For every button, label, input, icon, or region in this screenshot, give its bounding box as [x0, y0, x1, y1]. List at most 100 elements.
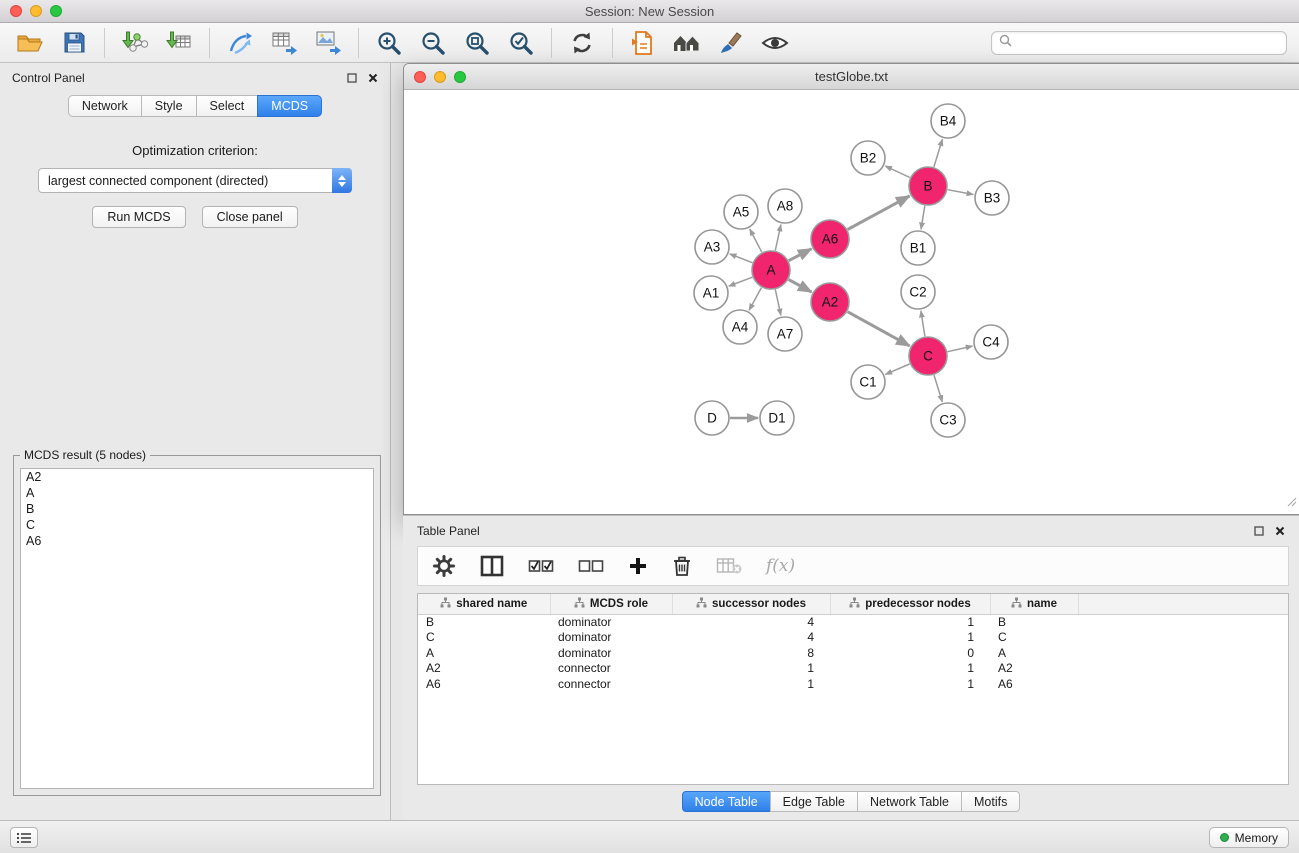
- table-cell[interactable]: 1: [672, 661, 830, 677]
- table-cell[interactable]: A6: [990, 676, 1078, 692]
- node-B2[interactable]: B2: [851, 141, 885, 175]
- tab-motifs[interactable]: Motifs: [961, 791, 1020, 812]
- node-A6[interactable]: A6: [811, 220, 849, 258]
- optimization-dropdown[interactable]: largest connected component (directed): [38, 168, 352, 193]
- show-hide-icon[interactable]: [753, 26, 797, 60]
- node-C4[interactable]: C4: [974, 325, 1008, 359]
- edge-A-A4[interactable]: [749, 288, 761, 311]
- edge-A-A3[interactable]: [730, 254, 753, 263]
- tab-node-table[interactable]: Node Table: [682, 791, 771, 812]
- app-titlebar[interactable]: Session: New Session: [0, 0, 1299, 23]
- search-input[interactable]: [1017, 36, 1279, 50]
- node-A8[interactable]: A8: [768, 189, 802, 223]
- network-graph[interactable]: AA1A2A3A4A5A6A7A8BB1B2B3B4CC1C2C3C4DD1: [404, 90, 1298, 514]
- deselect-all-icon[interactable]: [578, 557, 604, 575]
- document-icon[interactable]: [621, 26, 665, 60]
- table-cell[interactable]: dominator: [550, 614, 672, 630]
- edge-A-A1[interactable]: [729, 277, 753, 286]
- tab-select[interactable]: Select: [196, 95, 259, 117]
- column-header-MCDS-role[interactable]: MCDS role: [550, 594, 672, 614]
- node-C[interactable]: C: [909, 337, 947, 375]
- select-all-icon[interactable]: [528, 557, 554, 575]
- edge-C-C2[interactable]: [921, 311, 925, 336]
- table-cell[interactable]: A2: [990, 661, 1078, 677]
- run-mcds-button[interactable]: Run MCDS: [92, 206, 185, 228]
- home-icon[interactable]: [665, 26, 709, 60]
- import-network-icon[interactable]: [113, 26, 157, 60]
- share-network-icon[interactable]: [218, 26, 262, 60]
- edge-A-A5[interactable]: [750, 229, 762, 252]
- network-window-titlebar[interactable]: testGlobe.txt: [404, 64, 1299, 90]
- float-panel-icon[interactable]: [347, 73, 357, 83]
- result-item[interactable]: A: [21, 485, 373, 501]
- node-D1[interactable]: D1: [760, 401, 794, 435]
- edge-A-A7[interactable]: [775, 290, 781, 316]
- node-A1[interactable]: A1: [694, 276, 728, 310]
- table-cell[interactable]: dominator: [550, 645, 672, 661]
- node-B[interactable]: B: [909, 167, 947, 205]
- toolbar-search[interactable]: [991, 31, 1287, 55]
- table-row[interactable]: A6connector11A6: [418, 676, 1288, 692]
- export-table-icon[interactable]: [262, 26, 306, 60]
- network-close-button[interactable]: [414, 71, 426, 83]
- style-brush-icon[interactable]: [709, 26, 753, 60]
- table-cell[interactable]: A6: [418, 676, 550, 692]
- table-cell[interactable]: 1: [830, 614, 990, 630]
- table-cell[interactable]: connector: [550, 661, 672, 677]
- settings-icon[interactable]: [432, 554, 456, 578]
- table-cell[interactable]: 4: [672, 630, 830, 646]
- table-row[interactable]: Bdominator41B: [418, 614, 1288, 630]
- edge-A2-C[interactable]: [848, 312, 910, 346]
- zoom-fit-icon[interactable]: [455, 26, 499, 60]
- node-A4[interactable]: A4: [723, 310, 757, 344]
- column-header-name[interactable]: name: [990, 594, 1078, 614]
- zoom-selected-icon[interactable]: [499, 26, 543, 60]
- table-cell[interactable]: B: [990, 614, 1078, 630]
- result-item[interactable]: A6: [21, 533, 373, 549]
- edge-B-B4[interactable]: [934, 139, 943, 167]
- resize-handle-icon[interactable]: [1285, 494, 1297, 512]
- table-cell[interactable]: A2: [418, 661, 550, 677]
- delete-row-icon[interactable]: [672, 555, 692, 577]
- network-minimize-button[interactable]: [434, 71, 446, 83]
- table-cell[interactable]: 4: [672, 614, 830, 630]
- edge-C-C1[interactable]: [885, 364, 909, 374]
- edge-A6-B[interactable]: [848, 196, 910, 230]
- tab-edge-table[interactable]: Edge Table: [770, 791, 858, 812]
- column-header-shared-name[interactable]: shared name: [418, 594, 550, 614]
- node-A2[interactable]: A2: [811, 283, 849, 321]
- table-cell[interactable]: C: [990, 630, 1078, 646]
- edge-B-B3[interactable]: [948, 190, 974, 195]
- edge-A-A6[interactable]: [789, 249, 812, 261]
- table-cell[interactable]: dominator: [550, 630, 672, 646]
- minimize-window-button[interactable]: [30, 5, 42, 17]
- column-header-successor-nodes[interactable]: successor nodes: [672, 594, 830, 614]
- edge-A-A2[interactable]: [789, 280, 812, 293]
- node-A5[interactable]: A5: [724, 195, 758, 229]
- close-panel-button[interactable]: Close panel: [202, 206, 298, 228]
- close-panel-icon[interactable]: [368, 73, 378, 83]
- tab-style[interactable]: Style: [141, 95, 197, 117]
- node-C2[interactable]: C2: [901, 275, 935, 309]
- tab-mcds[interactable]: MCDS: [257, 95, 322, 117]
- column-header-predecessor-nodes[interactable]: predecessor nodes: [830, 594, 990, 614]
- node-C3[interactable]: C3: [931, 403, 965, 437]
- node-B1[interactable]: B1: [901, 231, 935, 265]
- node-A3[interactable]: A3: [695, 230, 729, 264]
- edge-B-B1[interactable]: [921, 206, 925, 230]
- tab-network-table[interactable]: Network Table: [857, 791, 962, 812]
- network-zoom-button[interactable]: [454, 71, 466, 83]
- node-A[interactable]: A: [752, 251, 790, 289]
- add-row-icon[interactable]: [628, 556, 648, 576]
- table-cell[interactable]: 8: [672, 645, 830, 661]
- network-canvas[interactable]: AA1A2A3A4A5A6A7A8BB1B2B3B4CC1C2C3C4DD1: [404, 90, 1299, 514]
- save-session-icon[interactable]: [52, 26, 96, 60]
- column-view-icon[interactable]: [480, 555, 504, 577]
- table-cell[interactable]: B: [418, 614, 550, 630]
- table-cell[interactable]: 1: [830, 676, 990, 692]
- mcds-result-list[interactable]: A2ABCA6: [20, 468, 374, 789]
- node-D[interactable]: D: [695, 401, 729, 435]
- table-cell[interactable]: C: [418, 630, 550, 646]
- table-cell[interactable]: A: [418, 645, 550, 661]
- table-row[interactable]: Cdominator41C: [418, 630, 1288, 646]
